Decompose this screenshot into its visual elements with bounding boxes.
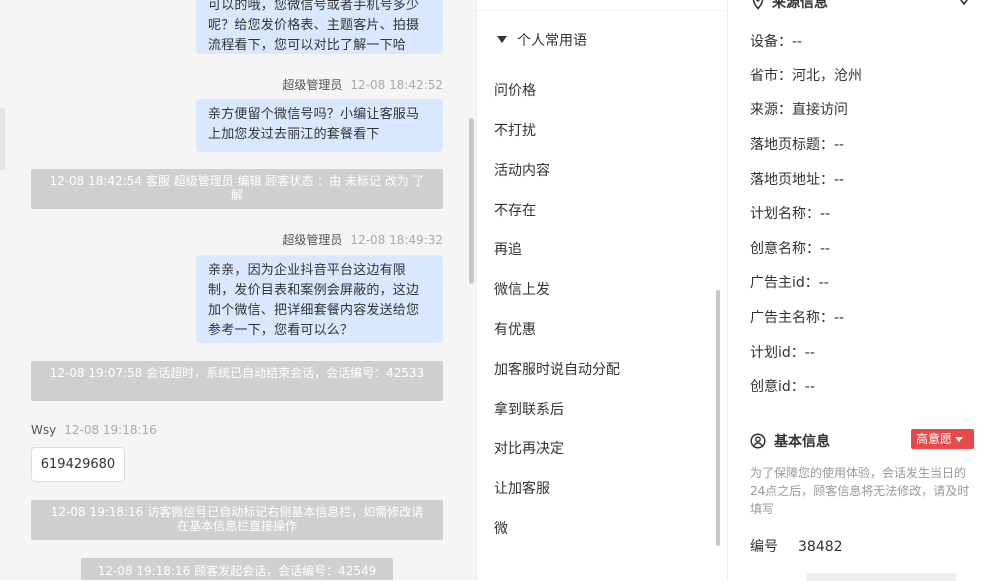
phrase-item[interactable]: 加客服时说自动分配 <box>494 359 620 379</box>
customer-number-row: 编号 38482 <box>750 539 843 555</box>
message-card: 619429680 <box>31 447 125 482</box>
system-message: 12-08 19:07:58 会话超时，系统已自动结束会话，会话编号：42533 <box>31 361 443 401</box>
caret-down-icon <box>955 437 964 442</box>
divider <box>477 10 723 11</box>
basic-info-header: 基本信息 <box>750 431 830 451</box>
edit-icon[interactable] <box>956 0 972 6</box>
message-bubble: 可以的哦，您微信号或者手机号多少呢？给您发价格表、主题客片、拍摄流程看下，您可以… <box>196 0 443 54</box>
phrase-item[interactable]: 让加客服 <box>494 478 550 498</box>
info-row-plan-id: 计划id：-- <box>750 345 815 361</box>
system-message: 12-08 19:18:16 顾客发起会话，会话编号：42549 <box>81 558 393 580</box>
phrase-group-title[interactable]: 个人常用语 <box>497 30 593 50</box>
info-row-advertiser-id: 广告主id：-- <box>750 275 829 291</box>
source-info-header: 来源信息 <box>750 0 828 12</box>
phrase-item[interactable]: 再追 <box>494 239 522 259</box>
message-bubble: 亲方便留个微信号吗？小编让客服马上加您发过去丽江的套餐看下 <box>196 99 443 152</box>
chat-scrollbar[interactable] <box>469 118 474 284</box>
phrase-item[interactable]: 活动内容 <box>494 160 550 180</box>
message-sender: Wsy 12-08 19:18:16 <box>31 423 157 437</box>
intent-tag-dropdown[interactable]: 高意愿 <box>911 429 974 449</box>
customer-info-panel: 来源信息 设备：-- 省市：河北，沧州 来源：直接访问 落地页标题：-- 落地页… <box>727 0 996 581</box>
info-row-creative-id: 创意id：-- <box>750 379 815 395</box>
info-row-landing-url: 落地页地址：-- <box>750 172 845 188</box>
system-message: 12-08 19:18:16 访客微信号已自动标记右侧基本信息栏，如需修改请在基… <box>31 500 443 540</box>
phrase-item[interactable]: 拿到联系后 <box>494 399 564 419</box>
info-row-advertiser-name: 广告主名称：-- <box>750 310 845 326</box>
location-pin-icon <box>752 0 764 10</box>
info-row-creative-name: 创意名称：-- <box>750 241 831 257</box>
info-row-city: 省市：河北，沧州 <box>750 68 862 84</box>
phrase-item[interactable]: 问价格 <box>494 80 536 100</box>
info-row-plan-name: 计划名称：-- <box>750 206 831 222</box>
message-sender: 超级管理员 12-08 18:49:32 <box>282 233 443 247</box>
chat-panel: 可以的哦，您微信号或者手机号多少呢？给您发价格表、主题客片、拍摄流程看下，您可以… <box>0 0 476 580</box>
phrase-item[interactable]: 有优惠 <box>494 319 536 339</box>
left-gutter <box>0 108 5 170</box>
phrase-item[interactable]: 对比再决定 <box>494 438 564 458</box>
user-circle-icon <box>750 433 766 449</box>
info-row-device: 设备：-- <box>750 34 803 50</box>
caret-down-icon <box>497 36 507 43</box>
phrase-item[interactable]: 微 <box>494 518 508 538</box>
system-message: 12-08 18:42:54 客服 超级管理员 编辑 顾客状态 ：由 未标记 改… <box>31 169 443 209</box>
info-note: 为了保障您的使用体验，会话发生当日的24点之后，顾客信息将无法修改，请及时填写 <box>750 466 970 516</box>
info-row-landing-title: 落地页标题：-- <box>750 137 845 153</box>
phrases-scrollbar[interactable] <box>716 290 720 546</box>
phrase-item[interactable]: 不存在 <box>494 200 536 220</box>
phrase-item[interactable]: 不打扰 <box>494 120 536 140</box>
message-bubble: 亲亲，因为企业抖音平台这边有限制，发价目表和案例会屏蔽的，这边加个微信、把详细套… <box>196 255 443 343</box>
info-row-source: 来源：直接访问 <box>750 102 848 118</box>
message-sender: 超级管理员 12-08 18:42:52 <box>282 78 443 92</box>
phrases-panel: 要电话 个人常用语 问价格 不打扰 活动内容 不存在 再追 微信上发 有优惠 加… <box>476 0 726 580</box>
phrase-item[interactable]: 微信上发 <box>494 279 550 299</box>
